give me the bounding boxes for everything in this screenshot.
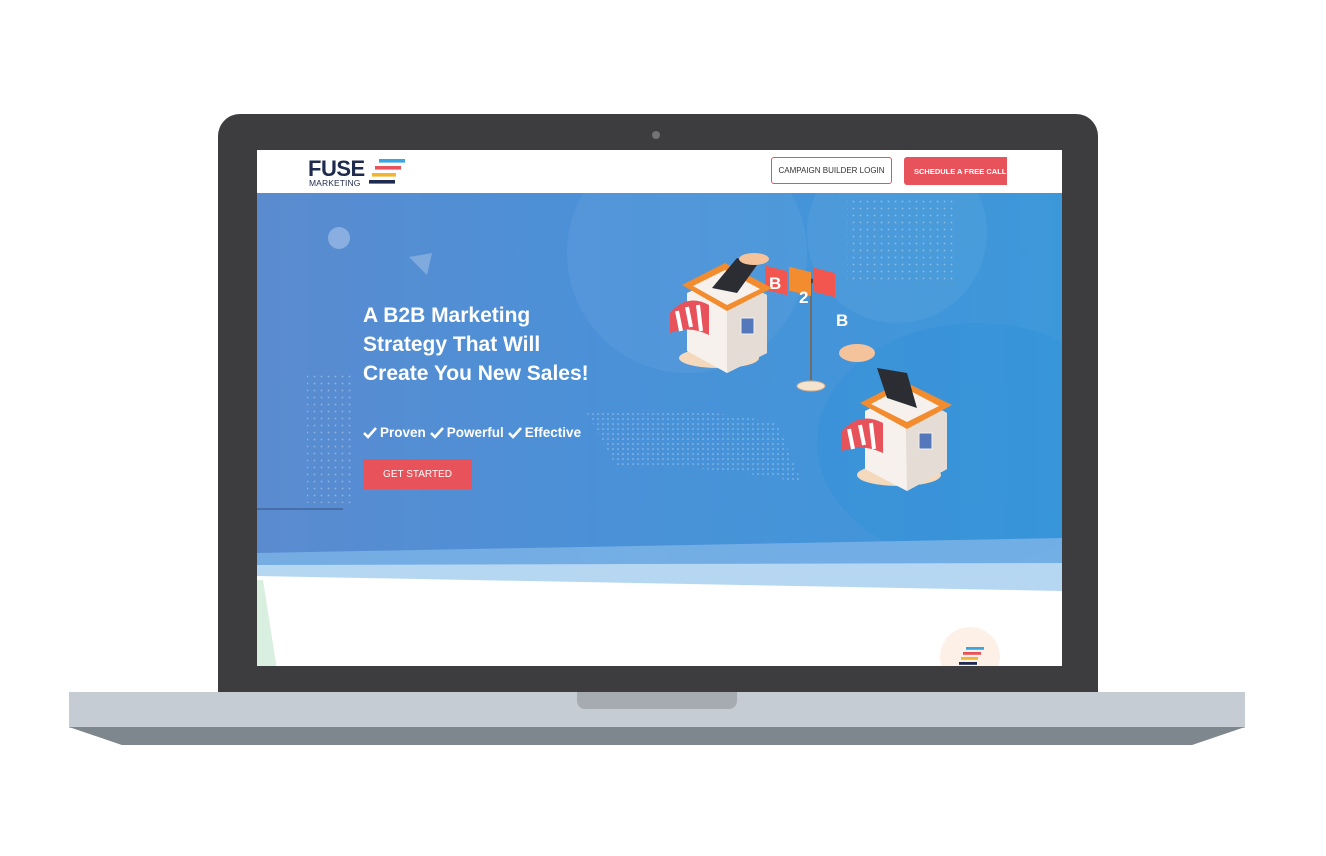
flag-letter-b2: B xyxy=(836,311,848,330)
campaign-builder-login-button[interactable]: CAMPAIGN BUILDER LOGIN xyxy=(771,157,892,184)
flag-letter-b1: B xyxy=(769,274,781,293)
green-shape-decoration xyxy=(257,580,277,666)
flag-letter-2: 2 xyxy=(799,288,808,307)
webcam-icon xyxy=(652,131,660,139)
logo-wordmark: FUSE xyxy=(308,156,365,181)
feature-label: Proven xyxy=(380,425,426,440)
feature-effective: Effective xyxy=(507,425,582,440)
feature-proven: Proven xyxy=(363,425,426,440)
laptop-notch xyxy=(577,692,737,709)
schedule-free-call-button[interactable]: SCHEDULE A FREE CALL xyxy=(904,157,1007,185)
checkmark-icon xyxy=(429,426,444,439)
logo-subtitle: MARKETING xyxy=(309,178,361,188)
feature-powerful: Powerful xyxy=(429,425,504,440)
site-header: FUSE MARKETING CAMPAIGN BUILDER LOGIN SC… xyxy=(257,150,1062,193)
chat-widget-button[interactable] xyxy=(940,627,1000,666)
fuse-marketing-logo[interactable]: FUSE MARKETING xyxy=(308,158,408,188)
feature-label: Powerful xyxy=(446,425,504,440)
feature-label: Effective xyxy=(524,425,582,440)
checkmark-icon xyxy=(507,426,522,439)
laptop-base-edge xyxy=(69,727,1245,745)
hero-section: B 2 B A B2B Marketing Strategy That Will… xyxy=(257,193,1062,593)
hero-features: Proven Powerful Effective xyxy=(363,425,581,440)
laptop-screen: FUSE MARKETING CAMPAIGN BUILDER LOGIN SC… xyxy=(257,150,1062,666)
logo-bars-icon xyxy=(369,159,405,184)
chat-logo-bars-icon xyxy=(959,647,984,665)
hero-background: B 2 B xyxy=(257,193,1062,593)
get-started-button[interactable]: GET STARTED xyxy=(363,459,472,489)
checkmark-icon xyxy=(363,426,377,439)
hero-headline: A B2B Marketing Strategy That Will Creat… xyxy=(363,304,589,385)
